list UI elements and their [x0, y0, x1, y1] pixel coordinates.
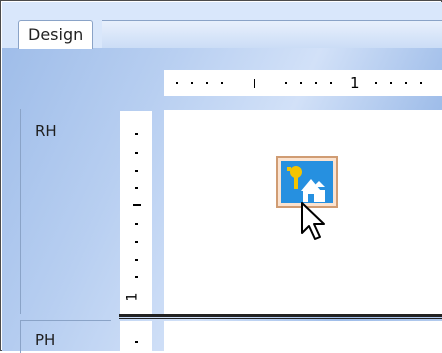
ruler-tick	[315, 82, 317, 84]
vertical-ruler-ph	[120, 321, 152, 352]
ruler-tick	[191, 82, 193, 84]
ruler-tick	[221, 82, 223, 84]
ruler-tick	[206, 82, 208, 84]
ruler-tick	[405, 82, 407, 84]
ruler-tick	[135, 223, 138, 225]
section-divider	[119, 318, 442, 319]
ruler-tick	[390, 82, 392, 84]
ruler-tick	[135, 241, 138, 243]
tab-design[interactable]: Design	[18, 20, 94, 49]
ruler-tick	[135, 170, 138, 172]
ruler-tick	[135, 259, 138, 261]
ruler-tick	[285, 82, 287, 84]
ruler-tick	[135, 152, 138, 154]
ruler-tick	[420, 82, 422, 84]
ruler-tick	[330, 82, 332, 84]
tab-strip: Design	[2, 2, 442, 49]
designer-window: Design 1 RH 1 PH	[0, 0, 442, 353]
ruler-tick	[176, 82, 178, 84]
section-label-ph: PH	[35, 331, 56, 349]
ruler-tick	[300, 82, 302, 84]
page-header-canvas[interactable]	[164, 321, 442, 352]
section-splitter[interactable]	[119, 314, 442, 317]
ruler-tick	[135, 276, 138, 278]
horizontal-ruler: 1	[164, 70, 442, 96]
ruler-tick-major	[254, 79, 255, 88]
ruler-tick	[375, 82, 377, 84]
image-icon	[281, 161, 333, 203]
report-header-section[interactable]: RH	[20, 109, 111, 314]
ruler-tick	[135, 187, 138, 189]
vertical-ruler: 1	[120, 111, 152, 315]
tab-strip-background	[102, 20, 442, 49]
arrow-cursor-icon	[300, 201, 330, 243]
ruler-number: 1	[350, 74, 360, 92]
page-header-section[interactable]: PH	[20, 320, 111, 353]
ruler-tick	[135, 133, 138, 135]
section-label-rh: RH	[35, 122, 57, 140]
ruler-tick-major	[133, 204, 141, 206]
ruler-number: 1	[124, 292, 141, 302]
ruler-tick	[135, 341, 138, 343]
